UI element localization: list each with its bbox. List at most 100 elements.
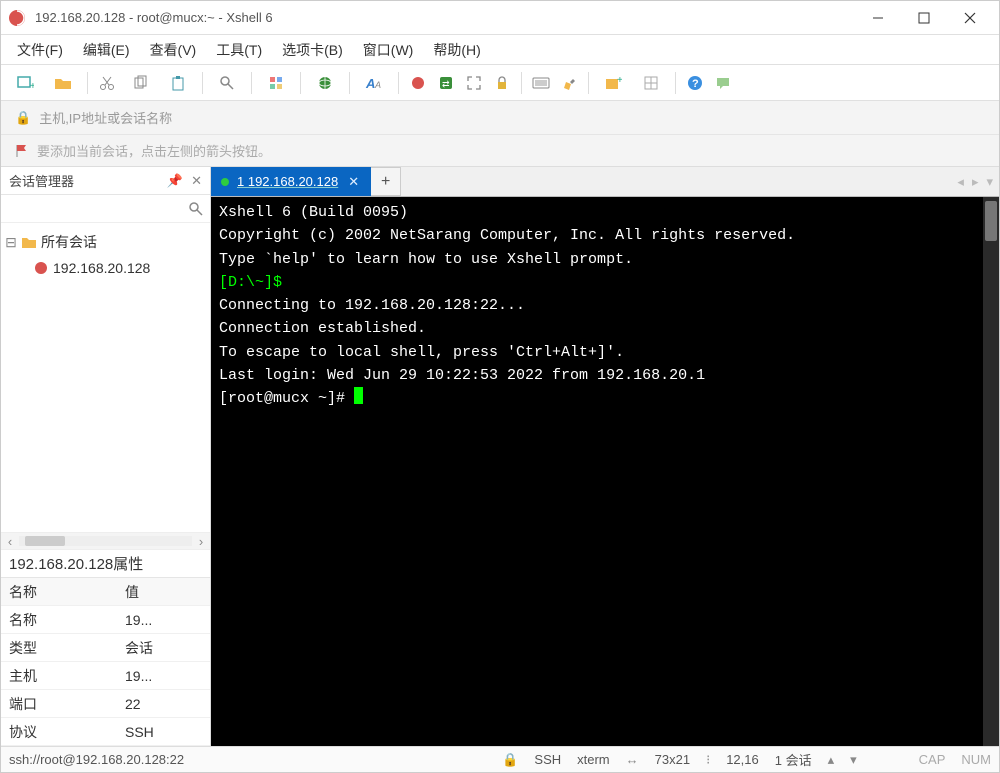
fullscreen-button[interactable] xyxy=(461,70,487,96)
help-button[interactable]: ? xyxy=(682,70,708,96)
separator xyxy=(588,72,589,94)
search-icon[interactable] xyxy=(188,201,204,217)
svg-text:A: A xyxy=(374,80,381,90)
separator xyxy=(202,72,203,94)
open-session-button[interactable] xyxy=(45,70,81,96)
panel-title: 会话管理器 xyxy=(9,171,74,190)
menu-bar: 文件(F) 编辑(E) 查看(V) 工具(T) 选项卡(B) 窗口(W) 帮助(… xyxy=(1,35,999,65)
right-pane: 1 192.168.20.128 ✕ + ◂ ▸ ▾ Xshell 6 (Bui… xyxy=(211,167,999,746)
term-line: To escape to local shell, press 'Ctrl+Al… xyxy=(219,341,991,364)
separator xyxy=(398,72,399,94)
scroll-right-icon[interactable]: › xyxy=(192,534,210,549)
menu-tools[interactable]: 工具(T) xyxy=(208,36,270,64)
tree-root-label: 所有会话 xyxy=(41,232,97,252)
panel-close-icon[interactable]: ✕ xyxy=(191,173,202,189)
tab-prev-icon[interactable]: ◂ xyxy=(957,174,964,190)
session-tab[interactable]: 1 192.168.20.128 ✕ xyxy=(211,167,371,196)
menu-help[interactable]: 帮助(H) xyxy=(425,36,488,64)
menu-edit[interactable]: 编辑(E) xyxy=(75,36,138,64)
menu-tabs[interactable]: 选项卡(B) xyxy=(274,36,351,64)
tab-close-icon[interactable]: ✕ xyxy=(346,174,361,190)
session-icon xyxy=(33,260,49,276)
highlight-button[interactable] xyxy=(556,70,582,96)
xshell-button[interactable] xyxy=(405,70,431,96)
toolbar: + AA ⇄ + ? xyxy=(1,65,999,101)
scroll-thumb[interactable] xyxy=(25,536,65,546)
properties-title: 192.168.20.128属性 xyxy=(1,550,210,578)
separator xyxy=(349,72,350,94)
separator xyxy=(251,72,252,94)
keyboard-button[interactable] xyxy=(528,70,554,96)
separator xyxy=(87,72,88,94)
terminal[interactable]: Xshell 6 (Build 0095) Copyright (c) 2002… xyxy=(211,197,999,746)
new-session-button[interactable]: + xyxy=(7,70,43,96)
layout-button[interactable] xyxy=(633,70,669,96)
session-tree: ⊟ 所有会话 192.168.20.128 xyxy=(1,223,210,532)
size-icon: ↔ xyxy=(626,752,639,767)
term-line: Connecting to 192.168.20.128:22... xyxy=(219,294,991,317)
folder-icon xyxy=(21,235,37,249)
term-line: Last login: Wed Jun 29 10:22:53 2022 fro… xyxy=(219,364,991,387)
properties-button[interactable] xyxy=(258,70,294,96)
pin-icon[interactable]: 📌 xyxy=(167,173,183,189)
term-line: Type `help' to learn how to use Xshell p… xyxy=(219,248,991,271)
menu-file[interactable]: 文件(F) xyxy=(9,36,71,64)
panel-header: 会话管理器 📌 ✕ xyxy=(1,167,210,195)
terminal-v-scrollbar[interactable] xyxy=(983,197,999,746)
hint-text: 要添加当前会话，点击左侧的箭头按钮。 xyxy=(37,141,271,160)
paste-button[interactable] xyxy=(160,70,196,96)
session-down-icon[interactable]: ▾ xyxy=(850,752,857,768)
tab-label: 1 192.168.20.128 xyxy=(237,174,338,189)
status-connection: ssh://root@192.168.20.128:22 xyxy=(9,752,184,767)
svg-text:+: + xyxy=(30,81,34,92)
tree-h-scrollbar[interactable]: ‹ › xyxy=(1,532,210,550)
tab-nav: ◂ ▸ ▾ xyxy=(951,167,999,196)
flag-icon xyxy=(15,144,29,158)
web-button[interactable] xyxy=(307,70,343,96)
cut-button[interactable] xyxy=(94,70,120,96)
find-button[interactable] xyxy=(209,70,245,96)
chat-button[interactable] xyxy=(710,70,736,96)
term-line: Connection established. xyxy=(219,317,991,340)
xftp-button[interactable]: ⇄ xyxy=(433,70,459,96)
scroll-left-icon[interactable]: ‹ xyxy=(1,534,19,549)
prop-row: 主机19... xyxy=(1,662,210,690)
font-button[interactable]: AA xyxy=(356,70,392,96)
session-up-icon[interactable]: ▴ xyxy=(828,752,835,768)
cursor-icon xyxy=(354,387,363,404)
tab-next-icon[interactable]: ▸ xyxy=(972,174,979,190)
tree-session-item[interactable]: 192.168.20.128 xyxy=(5,255,206,281)
tab-menu-icon[interactable]: ▾ xyxy=(986,174,993,190)
lock-button[interactable] xyxy=(489,70,515,96)
minimize-button[interactable] xyxy=(855,3,901,33)
prop-row: 类型会话 xyxy=(1,634,210,662)
menu-window[interactable]: 窗口(W) xyxy=(355,36,422,64)
prop-row: 协议SSH xyxy=(1,718,210,746)
col-value[interactable]: 值 xyxy=(121,582,210,602)
new-tab-button[interactable]: + xyxy=(371,167,401,196)
term-shell-prompt: [root@mucx ~]# xyxy=(219,387,991,410)
col-name[interactable]: 名称 xyxy=(1,582,121,602)
svg-text:?: ? xyxy=(692,78,699,90)
collapse-icon[interactable]: ⊟ xyxy=(5,234,17,251)
status-pos: 12,16 xyxy=(726,752,759,767)
separator xyxy=(300,72,301,94)
lock-icon: 🔒 xyxy=(502,752,518,768)
addtab-button[interactable]: + xyxy=(595,70,631,96)
status-num: NUM xyxy=(961,752,991,767)
menu-view[interactable]: 查看(V) xyxy=(142,36,205,64)
tree-session-label: 192.168.20.128 xyxy=(53,260,150,276)
copy-button[interactable] xyxy=(122,70,158,96)
address-placeholder: 主机,IP地址或会话名称 xyxy=(39,108,172,127)
tree-root[interactable]: ⊟ 所有会话 xyxy=(5,229,206,255)
address-bar[interactable]: 🔒 主机,IP地址或会话名称 xyxy=(1,101,999,135)
prop-row: 名称19... xyxy=(1,606,210,634)
lock-icon: 🔒 xyxy=(15,110,31,126)
scroll-thumb[interactable] xyxy=(985,201,997,241)
maximize-button[interactable] xyxy=(901,3,947,33)
close-button[interactable] xyxy=(947,3,993,33)
separator xyxy=(675,72,676,94)
tab-bar: 1 192.168.20.128 ✕ + ◂ ▸ ▾ xyxy=(211,167,999,197)
svg-text:A: A xyxy=(365,76,375,91)
term-prompt: [D:\~]$ xyxy=(219,271,991,294)
